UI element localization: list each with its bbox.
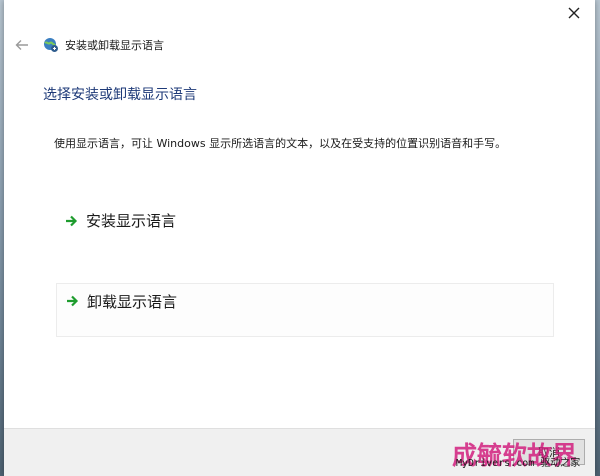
back-button[interactable]	[14, 37, 30, 53]
uninstall-display-language-link[interactable]: 卸载显示语言	[56, 283, 554, 337]
green-arrow-icon	[65, 214, 79, 228]
back-arrow-icon	[15, 40, 28, 50]
nav-row: 安装或卸载显示语言	[14, 35, 164, 55]
nav-title: 安装或卸载显示语言	[65, 39, 164, 52]
install-display-language-link[interactable]: 安装显示语言	[56, 194, 554, 248]
close-icon	[568, 7, 580, 19]
page-heading: 选择安装或卸载显示语言	[43, 87, 197, 103]
title-bar	[4, 0, 595, 30]
dialog-window: 安装或卸载显示语言 选择安装或卸载显示语言 使用显示语言，可让 Windows …	[4, 0, 595, 476]
close-button[interactable]	[559, 2, 589, 24]
option-label: 安装显示语言	[86, 211, 177, 230]
globe-language-icon	[44, 38, 58, 52]
page-description: 使用显示语言，可让 Windows 显示所选语言的文本，以及在受支持的位置识别语…	[54, 137, 507, 150]
option-label: 卸载显示语言	[87, 292, 178, 311]
watermark-site: MyDrivers.com 驱动之家	[456, 458, 581, 469]
green-arrow-icon	[66, 294, 80, 308]
